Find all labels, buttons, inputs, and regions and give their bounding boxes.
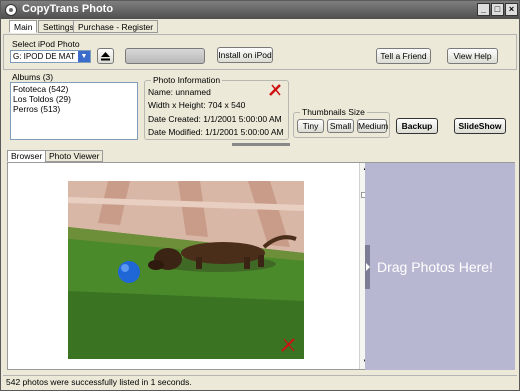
select-ipod-label: Select iPod Photo	[12, 39, 80, 49]
tab-main[interactable]: Main	[9, 20, 38, 33]
status-bar: 542 photos were successfully listed in 1…	[3, 375, 517, 388]
photo-date-created: Date Created: 1/1/2001 5:00:00 AM	[148, 114, 282, 124]
minimize-button[interactable]: _	[477, 3, 490, 16]
status-text: 542 photos were successfully listed in 1…	[6, 377, 192, 387]
album-item[interactable]: Fototeca (542)	[13, 84, 135, 94]
eject-button[interactable]	[97, 48, 114, 64]
title-bar[interactable]: CopyTrans Photo _ □ ×	[1, 1, 519, 19]
ipod-select[interactable]: G: IPOD DE MAT ▼	[10, 50, 91, 63]
tiny-button[interactable]: Tiny	[297, 119, 324, 133]
photo-dimensions: Width x Height: 704 x 540	[148, 100, 246, 110]
slideshow-button[interactable]: SlideShow	[454, 118, 506, 134]
tab-photo-viewer[interactable]: Photo Viewer	[45, 150, 104, 162]
window-title: CopyTrans Photo	[22, 3, 114, 15]
app-icon	[5, 4, 17, 16]
drop-zone-text: Drag Photos Here!	[377, 259, 493, 275]
tab-browser[interactable]: Browser	[7, 150, 47, 162]
dog-photo-image	[68, 181, 304, 359]
maximize-button[interactable]: □	[491, 3, 504, 16]
tell-a-friend-button[interactable]: Tell a Friend	[376, 48, 431, 64]
collapse-drop-zone-handle[interactable]	[365, 245, 370, 289]
albums-list[interactable]: Fototeca (542) Los Toldos (29) Perros (5…	[10, 82, 138, 140]
thumbnails-size-title: Thumbnails Size	[300, 107, 367, 117]
album-item[interactable]: Perros (513)	[13, 104, 135, 114]
photo-browser-pane[interactable]: ▲ ▼	[7, 162, 371, 370]
chevron-down-icon[interactable]: ▼	[78, 51, 90, 62]
progress-bar	[125, 48, 205, 64]
photo-name: Name: unnamed	[148, 87, 211, 97]
view-help-button[interactable]: View Help	[447, 48, 498, 64]
small-button[interactable]: Small	[327, 119, 354, 133]
photo-thumbnail[interactable]	[68, 181, 304, 359]
albums-label: Albums (3)	[12, 72, 54, 82]
delete-photo-icon[interactable]	[268, 83, 282, 97]
photo-date-modified: Date Modified: 1/1/2001 5:00:00 AM	[148, 127, 284, 137]
backup-button[interactable]: Backup	[396, 118, 438, 134]
close-button[interactable]: ×	[505, 3, 518, 16]
photo-information-title: Photo Information	[151, 75, 223, 85]
splitter-handle[interactable]	[232, 143, 290, 146]
tab-purchase-register[interactable]: Purchase - Register	[73, 20, 159, 33]
app-window: CopyTrans Photo _ □ × Main Settings Purc…	[0, 0, 520, 391]
drop-zone[interactable]: Drag Photos Here!	[365, 162, 515, 370]
album-item[interactable]: Los Toldos (29)	[13, 94, 135, 104]
install-on-ipod-button[interactable]: Install on iPod	[217, 47, 273, 63]
ipod-select-value: G: IPOD DE MAT	[13, 52, 76, 61]
eject-icon	[101, 52, 110, 61]
medium-button[interactable]: Medium	[357, 119, 388, 133]
